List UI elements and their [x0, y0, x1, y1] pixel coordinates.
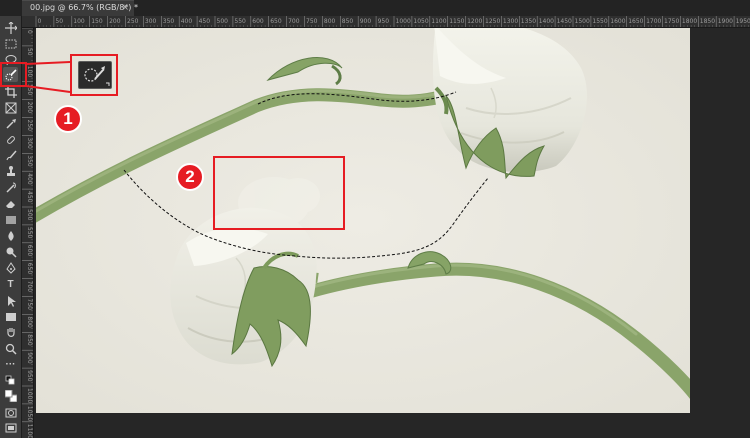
ruler-label: 0 [38, 18, 42, 25]
document-tab-bar: 00.jpg @ 66.7% (RGB/8*) * × [0, 0, 750, 16]
ruler-label: 1100 [431, 18, 446, 25]
ruler-label: 200 [109, 18, 121, 25]
zoom-icon[interactable] [3, 341, 18, 356]
gradient-icon[interactable] [3, 212, 18, 227]
ruler-label: 900 [360, 18, 372, 25]
ruler-label: 1850 [700, 18, 715, 25]
ruler-label: 1400 [539, 18, 554, 25]
ruler-label: 150 [91, 18, 103, 25]
horizontal-ruler[interactable]: 0 50 100 150 200 250 300 350 400 450 500 550 600 650 7… [22, 16, 750, 28]
step-2-badge: 2 [176, 163, 204, 191]
dodge-icon[interactable] [3, 244, 18, 259]
ruler-label: 350 [163, 18, 175, 25]
ruler-label: 1000 [396, 18, 411, 25]
selection-area-highlight [213, 156, 345, 230]
screen-mode-icon[interactable] [3, 420, 18, 435]
eraser-icon[interactable] [3, 196, 18, 211]
rectangle-icon[interactable] [3, 309, 18, 324]
move-icon[interactable] [3, 20, 18, 35]
blur-icon[interactable] [3, 228, 18, 243]
ruler-label: 450 [199, 18, 211, 25]
ruler-label: 1750 [664, 18, 679, 25]
hand-icon[interactable] [3, 325, 18, 340]
clone-stamp-icon[interactable] [3, 164, 18, 179]
ruler-label: 800 [26, 316, 33, 328]
ruler-label: 1050 [413, 18, 428, 25]
pen-icon[interactable] [3, 260, 18, 275]
quick-selection-options-icon[interactable] [78, 61, 112, 89]
ruler-label: 1950 [736, 18, 750, 25]
healing-brush-icon[interactable] [3, 132, 18, 147]
quick-mask-icon[interactable] [3, 405, 18, 420]
ruler-label: 1300 [503, 18, 518, 25]
ruler-label: 650 [270, 18, 282, 25]
color-swatches-icon[interactable] [3, 388, 18, 403]
ruler-label: 1700 [646, 18, 661, 25]
ruler-label: 800 [324, 18, 336, 25]
more-tools-icon[interactable]: ··· [3, 357, 18, 372]
ruler-label: 50 [55, 18, 63, 25]
ruler-label: 1550 [592, 18, 607, 25]
ruler-label: 250 [127, 18, 139, 25]
ruler-label: 650 [26, 263, 33, 275]
ruler-label: 850 [26, 334, 33, 346]
ruler-label: 500 [26, 209, 33, 221]
ruler-label: 250 [26, 120, 33, 132]
ruler-label: 700 [288, 18, 300, 25]
active-tool-highlight [0, 62, 27, 87]
ruler-label: 1450 [557, 18, 572, 25]
path-selection-icon[interactable] [3, 293, 18, 308]
eyedropper-icon[interactable] [3, 116, 18, 131]
ruler-label: 1600 [610, 18, 625, 25]
ruler-label: 50 [26, 48, 33, 56]
ruler-label: 1100 [26, 424, 33, 438]
marquee-icon[interactable] [3, 36, 18, 51]
ruler-label: 750 [306, 18, 318, 25]
ruler-label: 1250 [485, 18, 500, 25]
default-colors-icon[interactable] [3, 373, 18, 388]
ruler-label: 1350 [521, 18, 536, 25]
ruler-label: 700 [26, 281, 33, 293]
ruler-label: 450 [26, 191, 33, 203]
ruler-label: 1650 [628, 18, 643, 25]
ruler-label: 500 [217, 18, 229, 25]
ruler-label: 750 [26, 299, 33, 311]
ruler-label: 1500 [575, 18, 590, 25]
ruler-label: 1800 [682, 18, 697, 25]
type-icon[interactable]: T [3, 277, 18, 292]
ruler-label: 100 [73, 18, 85, 25]
photo-background [36, 28, 690, 413]
ruler-label: 400 [181, 18, 193, 25]
ruler-label: 900 [26, 352, 33, 364]
ruler-label: 550 [234, 18, 246, 25]
ruler-label: 1150 [449, 18, 464, 25]
close-tab-icon[interactable]: × [121, 1, 129, 15]
ruler-label: 1900 [718, 18, 733, 25]
history-brush-icon[interactable] [3, 180, 18, 195]
ruler-label: 200 [26, 102, 33, 114]
ruler-label: 400 [26, 173, 33, 185]
step-1-badge: 1 [54, 105, 82, 133]
ruler-label: 0 [26, 30, 33, 34]
document-tab[interactable]: 00.jpg @ 66.7% (RGB/8*) * × [22, 0, 138, 16]
ruler-label: 850 [342, 18, 354, 25]
frame-icon[interactable] [3, 100, 18, 115]
ruler-label: 1000 [26, 388, 33, 403]
ruler-label: 300 [26, 137, 33, 149]
ruler-label: 1200 [467, 18, 482, 25]
ruler-label: 1050 [26, 406, 33, 421]
ruler-label: 550 [26, 227, 33, 239]
document-image[interactable] [36, 28, 690, 413]
ruler-label: 600 [26, 245, 33, 257]
ruler-label: 600 [252, 18, 264, 25]
ruler-label: 950 [378, 18, 390, 25]
ruler-label: 300 [145, 18, 157, 25]
ruler-label: 950 [26, 370, 33, 382]
ruler-label: 350 [26, 155, 33, 167]
brush-icon[interactable] [3, 148, 18, 163]
